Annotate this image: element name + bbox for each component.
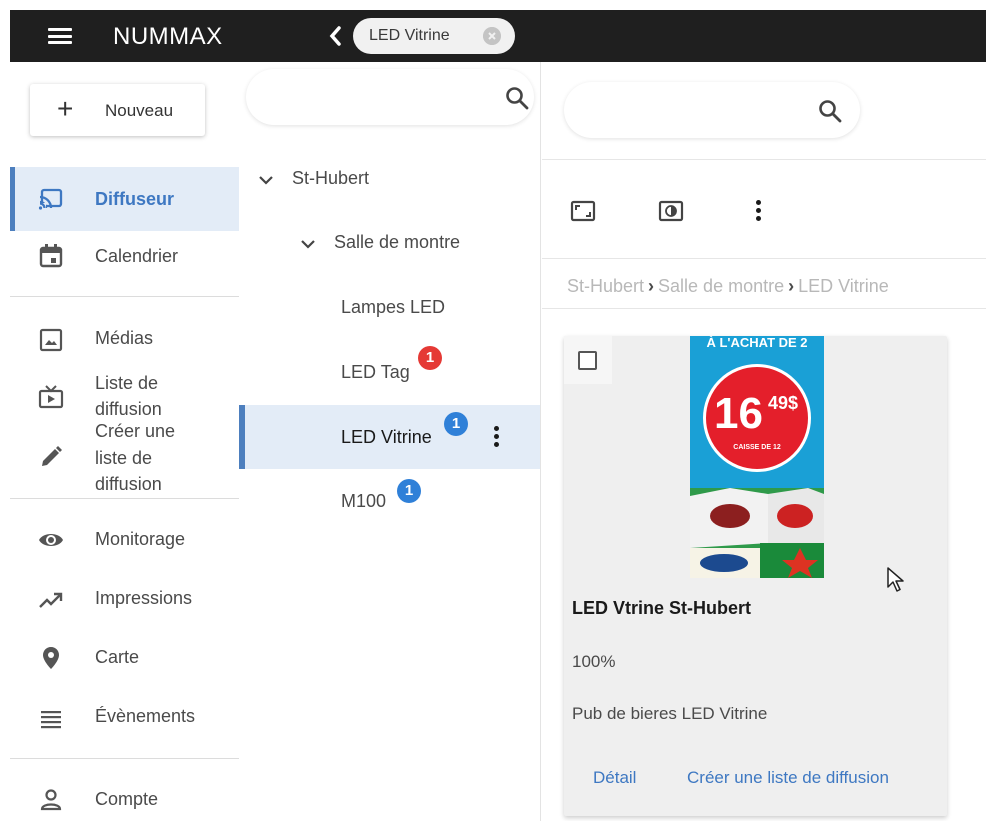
- sidebar-item-compte[interactable]: Compte: [10, 784, 239, 816]
- thumbnail-price: 16: [714, 389, 763, 438]
- chip-label: LED Vitrine: [369, 27, 450, 44]
- selected-device-chip[interactable]: LED Vitrine: [353, 18, 515, 54]
- breadcrumb-item[interactable]: St-Hubert: [567, 276, 644, 296]
- top-app-bar: NUMMAX LED Vitrine: [10, 10, 986, 62]
- person-icon: [40, 789, 62, 811]
- sidebar-item-label: Compte: [95, 789, 159, 809]
- sidebar-item-label: Médias: [95, 328, 154, 348]
- sidebar-item-impressions[interactable]: Impressions: [10, 583, 239, 615]
- breadcrumb-item[interactable]: LED Vitrine: [798, 276, 889, 296]
- thumbnail-banner: À L'ACHAT DE 2: [690, 336, 824, 350]
- chevron-left-icon[interactable]: [326, 24, 344, 48]
- sidebar-item-liste-de-diffusion[interactable]: Liste de diffusion: [10, 368, 239, 419]
- sidebar-item-creer-liste[interactable]: Créer une liste de diffusion: [10, 418, 239, 496]
- sidebar-item-carte[interactable]: Carte: [10, 642, 239, 674]
- sidebar-item-label: Calendrier: [95, 246, 179, 266]
- menu-icon[interactable]: [48, 28, 72, 44]
- close-icon[interactable]: [483, 27, 501, 45]
- tree-node-lampes-led[interactable]: Lampes LED: [341, 297, 445, 318]
- search-icon[interactable]: [504, 85, 530, 111]
- brightness-icon[interactable]: [658, 198, 684, 224]
- calendar-icon: [39, 244, 63, 268]
- tree-node-led-vitrine[interactable]: LED Vitrine: [341, 427, 432, 448]
- divider: [10, 498, 239, 499]
- card-checkbox[interactable]: [578, 351, 597, 370]
- playlist-tv-icon: [38, 385, 64, 409]
- sidebar-item-label: Monitorage: [95, 529, 186, 549]
- tree-node-salle-de-montre[interactable]: Salle de montre: [334, 232, 460, 253]
- divider: [10, 296, 239, 297]
- main-search-input[interactable]: [564, 82, 860, 138]
- card-title: LED Vtrine St-Hubert: [572, 598, 752, 618]
- divider: [10, 758, 239, 759]
- card-checkbox-area: [564, 336, 612, 384]
- sidebar: + Nouveau Diffuseur Calendrier Médias Li…: [10, 62, 239, 821]
- image-icon: [39, 328, 63, 352]
- notification-badge: 1: [397, 479, 421, 503]
- card-percent: 100%: [572, 652, 616, 671]
- thumbnail-subtext: CAISSE DE 12: [733, 444, 781, 451]
- sidebar-item-diffuseur[interactable]: Diffuseur: [10, 167, 239, 231]
- notification-badge: 1: [418, 346, 442, 370]
- cast-icon: [38, 188, 63, 211]
- main-content: St-Hubert › Salle de montre › LED Vitrine À …: [542, 62, 986, 821]
- new-button-label: Nouveau: [105, 101, 174, 120]
- sidebar-item-label: Diffuseur: [95, 189, 175, 209]
- price-circle: 16 49$ CAISSE DE 12: [703, 364, 811, 472]
- sidebar-item-monitorage[interactable]: Monitorage: [10, 524, 239, 556]
- sidebar-item-label: Évènements: [95, 706, 196, 726]
- card-description: Pub de bieres LED Vitrine: [572, 704, 768, 723]
- divider: [542, 159, 986, 160]
- breadcrumb: St-Hubert › Salle de montre › LED Vitrine: [567, 276, 889, 297]
- new-button[interactable]: + Nouveau: [30, 84, 205, 136]
- list-icon: [41, 711, 61, 729]
- tree-search-input[interactable]: [246, 69, 534, 125]
- eye-icon: [39, 534, 63, 546]
- chevron-down-icon[interactable]: [258, 172, 274, 188]
- search-icon[interactable]: [817, 98, 843, 124]
- sidebar-item-label: Créer une liste de diffusion: [95, 421, 176, 494]
- app-title: NUMMAX: [113, 23, 223, 50]
- sidebar-item-medias[interactable]: Médias: [10, 314, 239, 364]
- notification-badge: 1: [444, 412, 468, 436]
- breadcrumb-item[interactable]: Salle de montre: [658, 276, 784, 296]
- sidebar-item-evenements[interactable]: Évènements: [10, 701, 239, 733]
- breadcrumb-separator: ›: [788, 276, 795, 296]
- sidebar-item-label: Impressions: [95, 588, 193, 608]
- tree-node-led-tag[interactable]: LED Tag: [341, 362, 410, 383]
- sidebar-item-label: Carte: [95, 647, 140, 667]
- divider: [542, 258, 986, 259]
- aspect-ratio-icon[interactable]: [570, 198, 596, 224]
- trending-up-icon: [39, 592, 63, 608]
- more-vert-icon[interactable]: [494, 426, 500, 450]
- pencil-icon: [42, 446, 62, 466]
- detail-link[interactable]: Détail: [593, 768, 636, 788]
- create-playlist-link[interactable]: Créer une liste de diffusion: [687, 768, 889, 788]
- more-vert-icon[interactable]: [756, 200, 762, 224]
- sidebar-item-label: Liste de diffusion: [95, 373, 162, 419]
- breadcrumb-separator: ›: [648, 276, 655, 296]
- device-tree-panel: St-Hubert Salle de montre Lampes LED LED…: [239, 62, 541, 821]
- tree-node-m100[interactable]: M100: [341, 491, 386, 512]
- thumbnail-cents: 49$: [768, 393, 799, 413]
- tree-node-st-hubert[interactable]: St-Hubert: [292, 168, 369, 189]
- chevron-down-icon[interactable]: [300, 236, 316, 252]
- media-thumbnail[interactable]: À L'ACHAT DE 2 16 49$ CAISSE DE 12: [690, 336, 824, 578]
- sidebar-item-calendrier[interactable]: Calendrier: [10, 232, 239, 284]
- map-pin-icon: [43, 647, 59, 669]
- mouse-cursor-icon: [887, 567, 904, 592]
- beer-cases-image: [690, 488, 824, 578]
- divider: [542, 308, 986, 309]
- plus-icon: +: [57, 93, 74, 124]
